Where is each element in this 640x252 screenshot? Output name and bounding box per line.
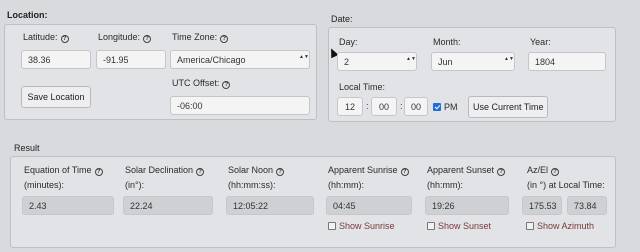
help-icon[interactable]: ? (497, 168, 506, 176)
month-value: Jun (438, 57, 453, 67)
apparent-sunset-output: 19:26 (425, 196, 509, 215)
az-el-unit: (in °) at Local Time: (527, 180, 605, 190)
day-select[interactable]: 2 ▲▼ (337, 52, 417, 71)
time-separator: : (366, 101, 369, 111)
solar-declination-label: Solar Declination? (125, 165, 205, 176)
select-arrows-icon: ▲▼ (406, 56, 416, 62)
latitude-input[interactable]: 38.36 (21, 50, 91, 69)
help-icon[interactable]: ? (143, 35, 152, 43)
utc-offset-label: UTC Offset:? (172, 78, 231, 89)
show-sunset-label: Show Sunset (438, 221, 492, 231)
result-title: Result (14, 143, 40, 153)
select-arrows-icon: ▲▼ (299, 54, 309, 60)
equation-of-time-label: Equation of Time? (24, 165, 103, 176)
show-sunrise-checkbox[interactable] (328, 222, 336, 230)
longitude-input[interactable]: -91.95 (96, 50, 166, 69)
year-input[interactable]: 1804 (528, 52, 606, 71)
help-icon[interactable]: ? (222, 81, 231, 89)
solar-declination-unit: (in°): (125, 180, 145, 190)
timezone-label: Time Zone:? (172, 32, 229, 43)
help-icon[interactable]: ? (551, 168, 560, 176)
show-sunset-checkbox[interactable] (427, 222, 435, 230)
pm-label: PM (444, 102, 458, 112)
apparent-sunrise-label: Apparent Sunrise? (328, 165, 409, 176)
select-arrows-icon: ▲▼ (504, 56, 514, 62)
help-icon[interactable]: ? (60, 35, 69, 43)
pm-checkbox[interactable] (433, 103, 441, 111)
date-title: Date: (331, 14, 353, 24)
use-current-time-button[interactable]: Use Current Time (468, 96, 548, 118)
equation-of-time-unit: (minutes): (24, 180, 65, 190)
elevation-output: 73.84 (567, 196, 607, 215)
solar-declination-output: 22.24 (123, 196, 213, 215)
apparent-sunrise-unit: (hh:mm): (328, 180, 364, 190)
equation-of-time-output: 2.43 (22, 196, 114, 215)
apparent-sunrise-output: 04:45 (326, 196, 412, 215)
month-label: Month: (433, 37, 461, 47)
help-icon[interactable]: ? (196, 168, 205, 176)
month-select[interactable]: Jun ▲▼ (431, 52, 515, 71)
second-input[interactable]: 00 (404, 97, 428, 116)
day-label: Day: (339, 37, 358, 47)
time-separator: : (400, 101, 403, 111)
help-icon[interactable]: ? (276, 168, 285, 176)
day-value: 2 (344, 57, 350, 67)
apparent-sunset-label: Apparent Sunset? (427, 165, 506, 176)
solar-noon-label: Solar Noon? (228, 165, 285, 176)
location-title: Location: (7, 10, 48, 20)
local-time-label: Local Time: (339, 82, 386, 92)
help-icon[interactable]: ? (94, 168, 103, 176)
utc-offset-input[interactable]: -06:00 (170, 96, 310, 115)
show-azimuth-label: Show Azimuth (537, 221, 595, 231)
timezone-select[interactable]: America/Chicago ▲▼ (170, 50, 310, 69)
timezone-value: America/Chicago (177, 55, 246, 65)
help-icon[interactable]: ? (220, 35, 229, 43)
azimuth-output: 175.53 (522, 196, 562, 215)
show-azimuth-checkbox[interactable] (526, 222, 534, 230)
longitude-label: Longitude:? (98, 32, 152, 43)
latitude-label: Latitude:? (23, 32, 69, 43)
minute-input[interactable]: 00 (371, 97, 397, 116)
save-location-button[interactable]: Save Location (21, 86, 91, 108)
help-icon[interactable]: ? (400, 168, 409, 176)
apparent-sunset-unit: (hh:mm): (427, 180, 463, 190)
solar-noon-unit: (hh:mm:ss): (228, 180, 276, 190)
az-el-label: Az/El? (527, 165, 560, 176)
hour-input[interactable]: 12 (337, 97, 363, 116)
year-label: Year: (530, 37, 551, 47)
solar-noon-output: 12:05:22 (226, 196, 314, 215)
show-sunrise-label: Show Sunrise (339, 221, 395, 231)
